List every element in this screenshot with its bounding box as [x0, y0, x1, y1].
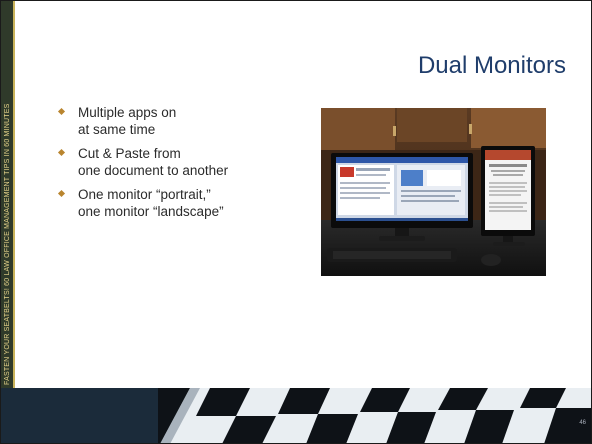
slide-title: Dual Monitors — [417, 52, 566, 79]
bullet-diamond-icon — [57, 189, 66, 198]
bullet-item: Multiple apps on at same time — [57, 104, 298, 138]
bullet-diamond-icon — [57, 148, 66, 157]
checkered-flag-banner — [0, 388, 592, 444]
bullet-line: one monitor “landscape” — [78, 204, 224, 219]
checkered-flag-graphic — [0, 388, 592, 444]
bullet-line: one document to another — [78, 163, 229, 178]
side-banner-accent — [13, 1, 15, 388]
dual-monitors-photo — [321, 108, 546, 276]
bullet-line: Cut & Paste from — [78, 146, 181, 161]
bullet-item: One monitor “portrait,” one monitor “lan… — [57, 186, 298, 220]
slide: FASTEN YOUR SEATBELTS! 60 LAW OFFICE MAN… — [0, 0, 592, 444]
dual-monitors-illustration — [321, 108, 546, 276]
bullet-line: Multiple apps on — [78, 105, 177, 120]
bullet-line: at same time — [78, 122, 156, 137]
side-banner-text: FASTEN YOUR SEATBELTS! 60 LAW OFFICE MAN… — [4, 103, 11, 385]
bullet-diamond-icon — [57, 107, 66, 116]
bullet-line: One monitor “portrait,” — [78, 187, 211, 202]
bullet-list: Multiple apps on at same time Cut & Past… — [57, 104, 298, 227]
page-number: 46 — [579, 420, 586, 426]
bullet-item: Cut & Paste from one document to another — [57, 145, 298, 179]
